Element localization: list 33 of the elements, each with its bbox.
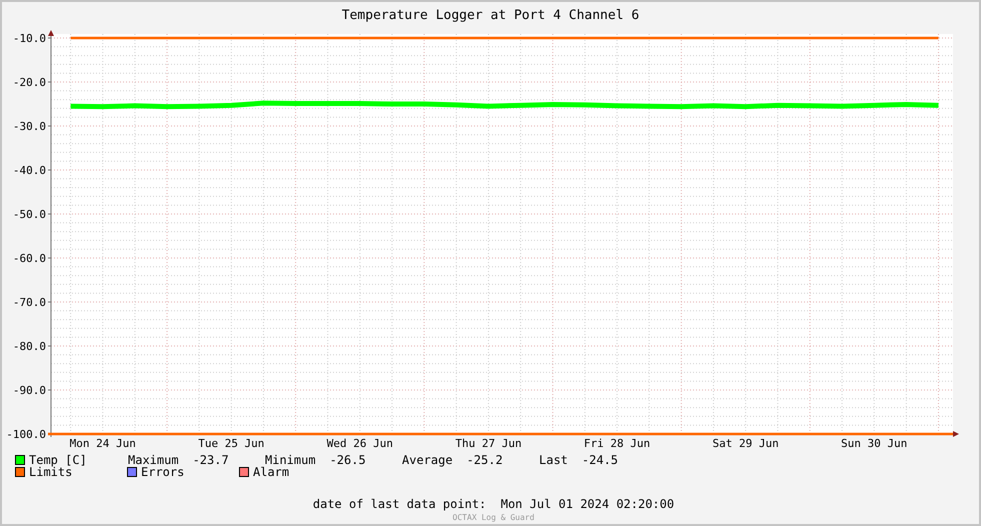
chart-title: Temperature Logger at Port 4 Channel 6 xyxy=(340,7,640,25)
x-tick-label: Fri 28 Jun xyxy=(584,437,650,450)
y-tick-label: -70.0 xyxy=(12,296,46,309)
credit-text: OCTAX Log & Guard xyxy=(452,513,534,522)
stat-label: Minimum xyxy=(265,453,316,467)
legend-label: Alarm xyxy=(253,465,290,479)
x-tick-label: Mon 24 Jun xyxy=(70,437,136,450)
y-tick-label: -20.0 xyxy=(12,76,46,89)
stat-value: -23.7 xyxy=(192,453,229,467)
y-tick-label: -30.0 xyxy=(12,120,46,133)
legend-label: Errors xyxy=(141,465,184,479)
x-tick-label: Thu 27 Jun xyxy=(455,437,522,450)
last-data-date: Mon Jul 01 2024 02:20:00 xyxy=(500,497,674,511)
stat-value: -26.5 xyxy=(330,453,366,467)
y-tick-label: -90.0 xyxy=(12,384,46,397)
footer-label: date of last data point: xyxy=(312,497,486,511)
x-tick-label: Sat 29 Jun xyxy=(712,437,779,450)
y-tick-label: -100.0 xyxy=(6,428,46,441)
x-tick-label: Sun 30 Jun xyxy=(841,437,908,450)
y-tick-label: -80.0 xyxy=(12,340,46,353)
stat-label: Last xyxy=(539,453,568,467)
stat-label: Maximum xyxy=(128,453,179,467)
stat-value: -25.2 xyxy=(466,453,503,467)
y-tick-label: -60.0 xyxy=(12,252,46,265)
y-tick-label: -10.0 xyxy=(12,32,46,45)
legend-label: Temp [C] xyxy=(29,453,87,467)
y-tick-label: -50.0 xyxy=(12,208,46,221)
stat-value: -24.5 xyxy=(582,453,618,467)
x-tick-label: Wed 26 Jun xyxy=(326,437,393,450)
x-tick-label: Tue 25 Jun xyxy=(198,437,264,450)
legend-label: Limits xyxy=(29,465,72,479)
y-tick-label: -40.0 xyxy=(12,164,46,177)
stat-label: Average xyxy=(402,453,453,467)
